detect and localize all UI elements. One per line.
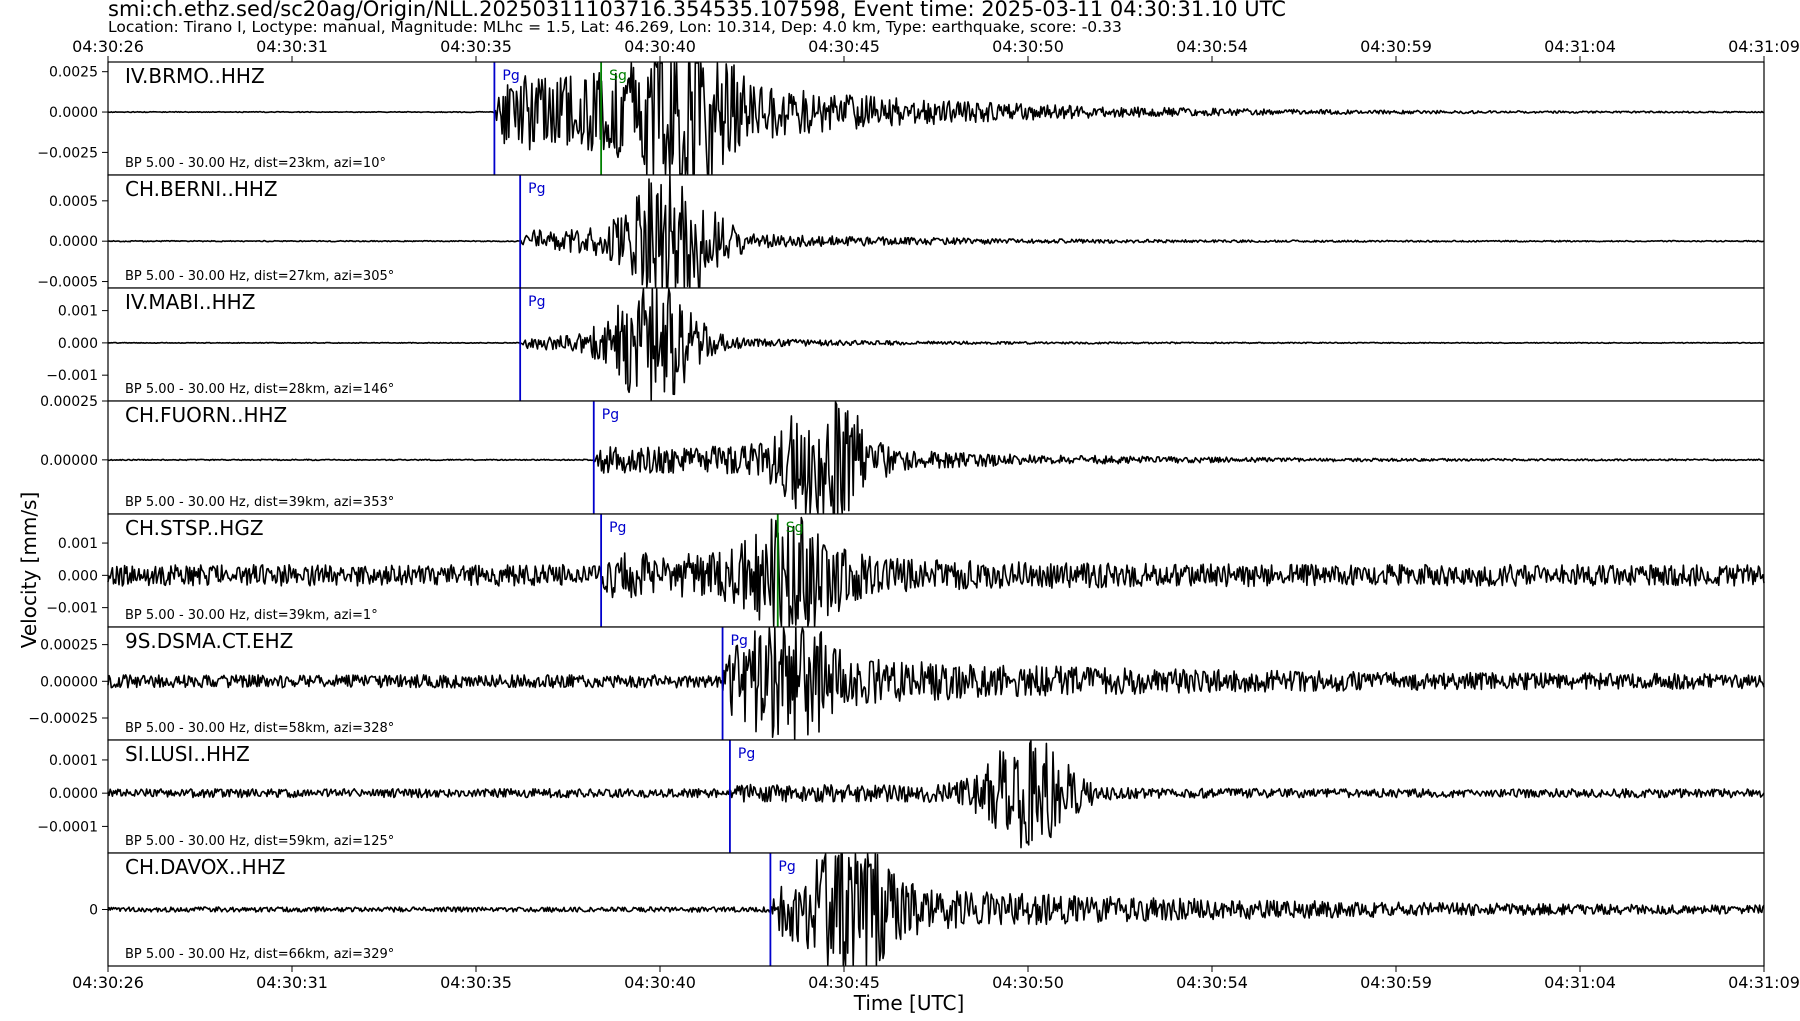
phase-label-pg: Pg (738, 746, 755, 762)
phase-label-pg: Pg (502, 68, 519, 84)
y-tick-label: 0.001 (58, 304, 98, 320)
y-tick-label: −0.0001 (37, 819, 98, 835)
station-label: CH.DAVOX..HHZ (125, 855, 285, 879)
phase-label-pg: Pg (778, 859, 795, 875)
x-tick-label: 04:30:35 (440, 37, 512, 56)
station-label: SI.LUSI..HHZ (125, 742, 250, 766)
x-tick-label: 04:31:04 (1544, 37, 1616, 56)
filter-note: BP 5.00 - 30.00 Hz, dist=23km, azi=10° (125, 156, 386, 171)
station-label: CH.BERNI..HHZ (125, 177, 278, 201)
x-tick-label: 04:30:26 (72, 37, 144, 56)
panel-7: Pg 0.0001 0.0000 −0.0001 SI.LUSI..HHZ BP 5.00… (37, 739, 1765, 854)
x-tick-label: 04:30:31 (256, 973, 328, 992)
filter-note: BP 5.00 - 30.00 Hz, dist=28km, azi=146° (125, 382, 394, 397)
station-label: IV.MABI..HHZ (125, 290, 255, 314)
station-label: 9S.DSMA.CT.EHZ (125, 629, 293, 653)
phase-label-pg: Pg (602, 407, 619, 423)
y-tick-label: 0.0000 (49, 105, 98, 121)
x-tick-label: 04:31:09 (1728, 973, 1800, 992)
x-tick-label: 04:30:45 (808, 37, 880, 56)
y-tick-label: 0 (89, 903, 98, 919)
panel-2: Pg 0.0005 0.0000 −0.0005 CH.BERNI..HHZ BP 5.0… (37, 174, 1765, 291)
x-tick-label: 04:30:31 (256, 37, 328, 56)
y-tick-label: 0.000 (58, 568, 98, 584)
filter-note: BP 5.00 - 30.00 Hz, dist=39km, azi=1° (125, 608, 378, 623)
seismogram-figure: smi:ch.ethz.sed/sc20ag/Origin/NLL.202503… (0, 0, 1800, 1016)
y-tick-label: 0.001 (58, 536, 98, 552)
phase-label-pg: Pg (609, 520, 626, 536)
y-tick-label: −0.00025 (28, 711, 98, 727)
y-tick-label: 0.0005 (49, 194, 98, 210)
x-tick-label: 04:30:35 (440, 973, 512, 992)
y-tick-label: 0.0000 (49, 786, 98, 802)
x-axis-label: Time [UTC] (853, 991, 965, 1015)
filter-note: BP 5.00 - 30.00 Hz, dist=59km, azi=125° (125, 834, 394, 849)
x-tick-label: 04:30:59 (1360, 973, 1432, 992)
x-tick-label: 04:30:40 (624, 973, 696, 992)
panel-1: Pg Sg 0.0025 0.0000 −0.0025 IV.BRMO..HHZ BP 5.… (37, 61, 1765, 176)
panel-8: Pg 0 CH.DAVOX..HHZ BP 5.00 - 30.00 Hz, dist… (89, 852, 1765, 967)
y-tick-label: −0.0005 (37, 275, 98, 291)
station-label: CH.STSP..HGZ (125, 516, 264, 540)
y-tick-label: −0.001 (46, 368, 98, 384)
y-tick-label: 0.0001 (49, 753, 98, 769)
y-tick-label: 0.00000 (40, 674, 98, 690)
x-tick-label: 04:30:54 (1176, 973, 1248, 992)
panel-6: Pg 0.00025 0.00000 −0.00025 9S.DSMA.CT.EHZ BP… (28, 626, 1765, 741)
x-tick-label: 04:30:50 (992, 37, 1064, 56)
station-label: IV.BRMO..HHZ (125, 64, 265, 88)
y-tick-label: 0.0025 (49, 65, 98, 81)
y-axis-label: Velocity [mm/s] (17, 492, 41, 649)
filter-note: BP 5.00 - 30.00 Hz, dist=27km, azi=305° (125, 269, 394, 284)
x-tick-label: 04:31:04 (1544, 973, 1616, 992)
phase-label-sg: Sg (609, 68, 627, 84)
x-tick-label: 04:30:40 (624, 37, 696, 56)
panel-group: Pg Sg0.00250.0000−0.0025IV.BRMO..HHZBP 5.… (28, 61, 1765, 967)
phase-label-pg: Pg (528, 181, 545, 197)
x-tick-label: 04:30:50 (992, 973, 1064, 992)
seismogram-chart: smi:ch.ethz.sed/sc20ag/Origin/NLL.202503… (0, 0, 1800, 1016)
filter-note: BP 5.00 - 30.00 Hz, dist=66km, azi=329° (125, 947, 394, 962)
filter-note: BP 5.00 - 30.00 Hz, dist=39km, azi=353° (125, 495, 394, 510)
filter-note: BP 5.00 - 30.00 Hz, dist=58km, azi=328° (125, 721, 394, 736)
x-tick-label: 04:30:45 (808, 973, 880, 992)
panel-3: Pg 0.001 0.000 −0.001 IV.MABI..HHZ BP 5.00 - … (46, 287, 1765, 402)
x-tick-label: 04:30:54 (1176, 37, 1248, 56)
y-tick-label: 0.000 (58, 336, 98, 352)
phase-label-sg: Sg (786, 520, 804, 536)
y-tick-label: −0.001 (46, 601, 98, 617)
x-tick-label: 04:30:26 (72, 973, 144, 992)
y-tick-label: −0.0025 (37, 145, 98, 161)
figure-subtitle: Location: Tirano I, Loctype: manual, Mag… (108, 18, 1122, 36)
panel-5: Pg Sg 0.001 0.000 −0.001 CH.STSP..HGZ BP 5.00 … (46, 513, 1765, 628)
x-tick-label: 04:31:09 (1728, 37, 1800, 56)
phase-label-pg: Pg (731, 633, 748, 649)
station-label: CH.FUORN..HHZ (125, 403, 287, 427)
y-tick-label: 0.00000 (40, 453, 98, 469)
y-tick-label: 0.0000 (49, 234, 98, 250)
phase-label-pg: Pg (528, 294, 545, 310)
x-tick-label: 04:30:59 (1360, 37, 1432, 56)
y-tick-label: 0.00025 (40, 394, 98, 410)
y-tick-label: 0.00025 (40, 638, 98, 654)
panel-4: Pg 0.00025 0.00000 CH.FUORN..HHZ BP 5.00 - 3… (40, 394, 1765, 515)
